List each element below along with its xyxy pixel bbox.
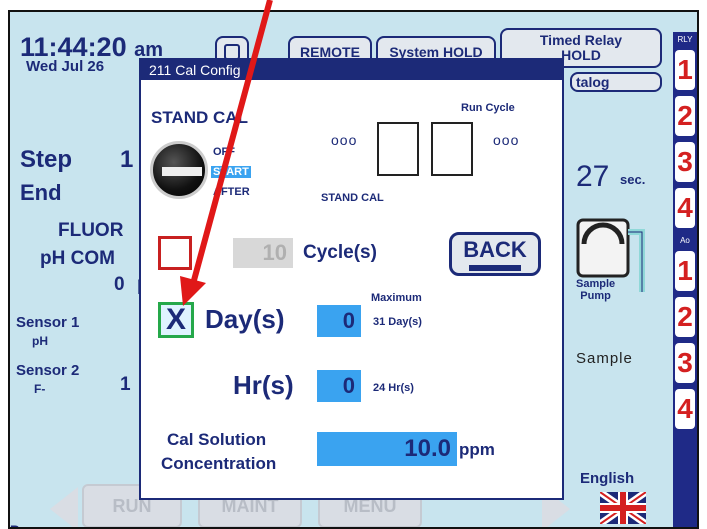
annotation-arrow [180, 0, 273, 306]
